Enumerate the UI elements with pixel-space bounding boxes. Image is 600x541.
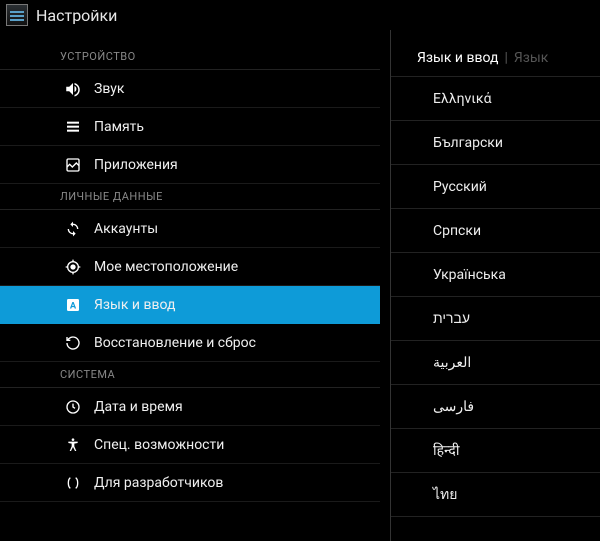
language-label: हिन्दी <box>433 441 459 460</box>
developer-icon <box>64 474 82 492</box>
nav-item-language[interactable]: A Язык и ввод <box>0 286 380 324</box>
breadcrumb-separator: | <box>504 50 507 66</box>
list-item[interactable]: ไทย <box>391 473 600 517</box>
sync-icon <box>64 220 82 238</box>
nav-item-apps[interactable]: Приложения <box>0 146 380 184</box>
breadcrumb-current: Язык <box>514 50 548 66</box>
list-item[interactable]: Српски <box>391 209 600 253</box>
apps-icon <box>64 156 82 174</box>
nav-item-location[interactable]: Мое местоположение <box>0 248 380 286</box>
breadcrumb: Язык и ввод | Язык <box>391 44 600 77</box>
section-header-device: УСТРОЙСТВО <box>0 44 380 70</box>
list-item[interactable]: Русский <box>391 165 600 209</box>
settings-app-icon <box>6 4 28 26</box>
sound-icon <box>64 80 82 98</box>
nav-item-backup[interactable]: Восстановление и сброс <box>0 324 380 362</box>
list-item[interactable]: Українська <box>391 253 600 297</box>
detail-panel: Язык и ввод | Язык Ελληνικά Български Ру… <box>390 30 600 541</box>
list-item[interactable]: فارسی <box>391 385 600 429</box>
list-item[interactable]: Български <box>391 121 600 165</box>
language-label: Українська <box>433 267 506 283</box>
nav-item-memory[interactable]: Память <box>0 108 380 146</box>
breadcrumb-active[interactable]: Язык и ввод <box>417 50 498 66</box>
nav-item-developer[interactable]: Для разработчиков <box>0 464 380 502</box>
language-icon: A <box>64 296 82 314</box>
language-label: Српски <box>433 223 481 239</box>
nav-label: Спец. возможности <box>64 437 224 453</box>
section-header-system: СИСТЕМА <box>0 362 380 388</box>
content-columns: УСТРОЙСТВО Звук Память Приложения ЛИЧНЫЕ… <box>0 30 600 541</box>
storage-icon <box>64 118 82 136</box>
clock-icon <box>64 398 82 416</box>
nav-label: Восстановление и сброс <box>64 335 256 351</box>
language-label: فارسی <box>433 399 474 415</box>
language-list: Ελληνικά Български Русский Српски Україн… <box>391 77 600 517</box>
svg-text:A: A <box>70 300 77 311</box>
language-label: Русский <box>433 179 487 195</box>
list-item[interactable]: Ελληνικά <box>391 77 600 121</box>
nav-label: Для разработчиков <box>64 475 223 491</box>
language-label: ไทย <box>433 484 457 506</box>
nav-item-accounts[interactable]: Аккаунты <box>0 210 380 248</box>
list-item[interactable]: עברית <box>391 297 600 341</box>
location-icon <box>64 258 82 276</box>
language-label: Български <box>433 135 503 151</box>
app-header: Настройки <box>0 0 600 30</box>
settings-nav: УСТРОЙСТВО Звук Память Приложения ЛИЧНЫЕ… <box>0 30 390 541</box>
language-label: العربية <box>433 355 471 371</box>
nav-item-datetime[interactable]: Дата и время <box>0 388 380 426</box>
language-label: Ελληνικά <box>433 91 492 107</box>
backup-icon <box>64 334 82 352</box>
nav-item-accessibility[interactable]: Спец. возможности <box>0 426 380 464</box>
list-item[interactable]: हिन्दी <box>391 429 600 473</box>
app-title: Настройки <box>36 6 117 25</box>
nav-item-sound[interactable]: Звук <box>0 70 380 108</box>
language-label: עברית <box>433 310 470 327</box>
list-item[interactable]: العربية <box>391 341 600 385</box>
nav-label: Мое местоположение <box>64 259 238 275</box>
section-header-personal: ЛИЧНЫЕ ДАННЫЕ <box>0 184 380 210</box>
accessibility-icon <box>64 436 82 454</box>
